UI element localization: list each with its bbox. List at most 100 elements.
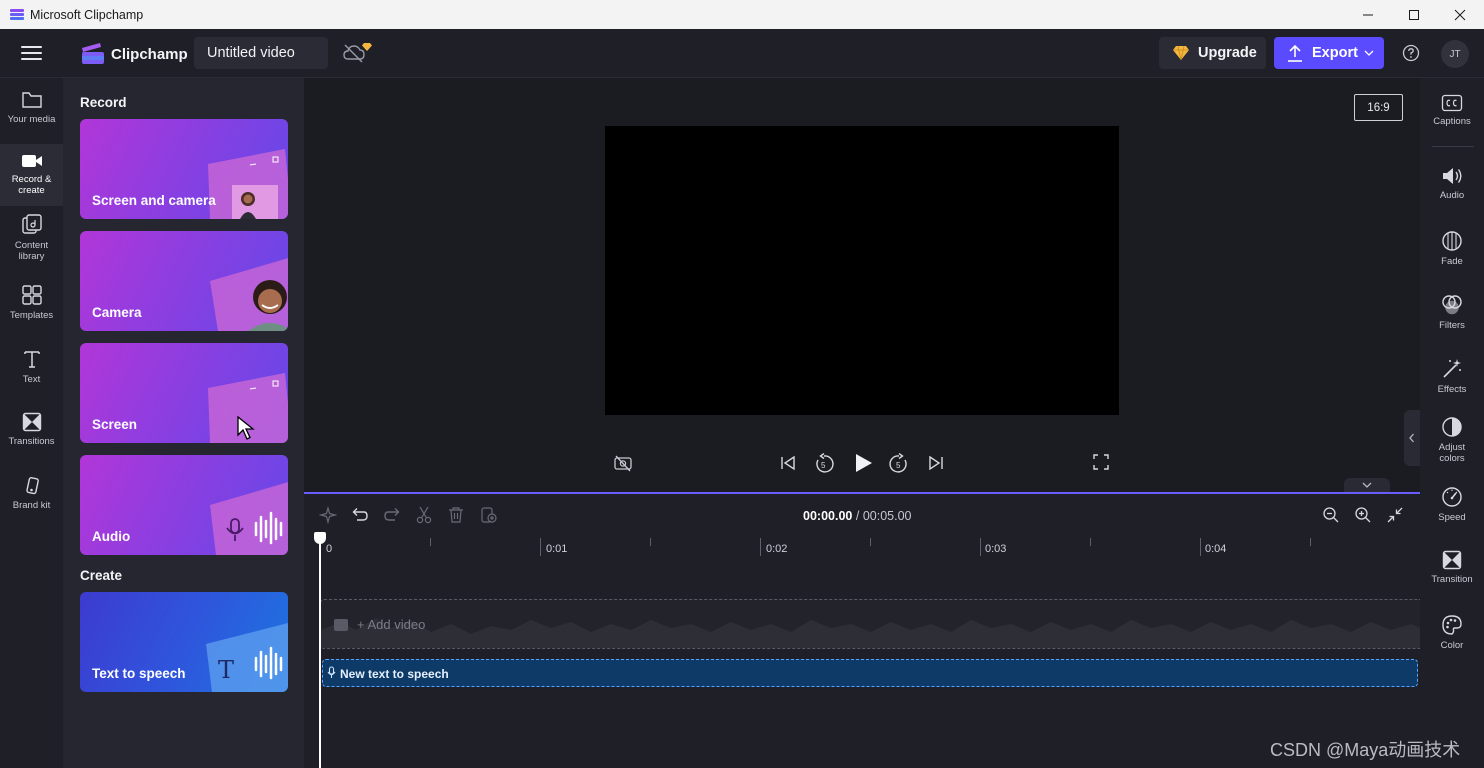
ruler-tick: [1310, 538, 1311, 546]
playhead[interactable]: [319, 538, 321, 768]
delete-icon[interactable]: [447, 506, 465, 524]
clipchamp-logo: [80, 41, 105, 65]
mouse-cursor-icon: [237, 415, 255, 440]
zoom-out-icon[interactable]: [1322, 506, 1340, 524]
timecode: 00:00.00 / 00:05.00: [803, 509, 911, 523]
ruler-tick: [870, 538, 871, 546]
svg-text:5: 5: [821, 461, 826, 470]
brand-kit-icon: [25, 477, 39, 495]
hamburger-menu-icon[interactable]: [21, 45, 42, 61]
transitions-icon: [22, 412, 41, 432]
video-placeholder-icon: [334, 619, 348, 631]
forward-5-icon[interactable]: 5: [888, 453, 910, 475]
text-to-speech-clip[interactable]: New text to speech: [322, 659, 1418, 687]
transition-icon: [1442, 550, 1462, 570]
text-icon: [23, 351, 40, 368]
upgrade-label: Upgrade: [1198, 45, 1257, 61]
color-palette-icon: [1442, 615, 1462, 635]
export-button[interactable]: Export: [1274, 37, 1384, 69]
ruler-label: 0:04: [1205, 543, 1227, 555]
project-title-field[interactable]: Untitled video: [194, 37, 328, 69]
record-heading: Record: [80, 95, 127, 110]
rail-item-content-library[interactable]: Content library: [0, 214, 63, 270]
rail-item-captions[interactable]: Captions: [1420, 94, 1484, 127]
user-avatar[interactable]: JT: [1441, 40, 1469, 68]
redo-icon[interactable]: [383, 506, 401, 524]
rail-item-effects[interactable]: Effects: [1420, 358, 1484, 395]
rail-item-fade[interactable]: Fade: [1420, 230, 1484, 267]
fullscreen-icon[interactable]: [1092, 453, 1110, 471]
text-to-speech-card[interactable]: T Text to speech: [80, 592, 288, 692]
watermark-text: CSDN @Maya动画技术: [1270, 740, 1461, 760]
ruler-tick: [430, 538, 431, 546]
rail-item-transitions[interactable]: Transitions: [0, 412, 63, 462]
close-icon[interactable]: [1437, 0, 1483, 29]
split-scissors-icon[interactable]: [415, 506, 433, 524]
rail-label: Captions: [1433, 116, 1471, 127]
timeline: 00:00.00 / 00:05.00 0 0:01 0:02 0:03 0:0…: [304, 492, 1420, 768]
ruler-label: 0: [326, 543, 333, 555]
rail-item-transition[interactable]: Transition: [1420, 550, 1484, 585]
rail-item-templates[interactable]: Templates: [0, 284, 63, 334]
video-camera-icon: [21, 155, 42, 167]
camera-off-icon[interactable]: [613, 453, 633, 473]
skip-to-start-icon[interactable]: [778, 453, 798, 473]
premium-gem-icon: [1173, 45, 1189, 61]
screen-and-camera-card[interactable]: Screen and camera: [80, 119, 288, 219]
help-icon[interactable]: [1402, 44, 1420, 62]
magic-edit-icon[interactable]: [319, 506, 337, 524]
captions-icon: [1441, 94, 1463, 112]
collapse-timeline-button[interactable]: [1344, 478, 1390, 492]
audio-card[interactable]: Audio: [80, 455, 288, 555]
aspect-ratio-button[interactable]: 16:9: [1354, 94, 1403, 121]
add-video-track[interactable]: + Add video: [320, 599, 1420, 649]
rail-item-audio[interactable]: Audio: [1420, 166, 1484, 201]
duplicate-icon[interactable]: [480, 506, 498, 524]
app-header: Clipchamp Untitled video Upgrade Export: [0, 29, 1484, 78]
rail-item-filters[interactable]: Filters: [1420, 294, 1484, 331]
rewind-5-icon[interactable]: 5: [813, 453, 835, 475]
rail-item-speed[interactable]: Speed: [1420, 486, 1484, 523]
cloud-sync-off-icon[interactable]: [342, 41, 372, 65]
collapse-right-panel-button[interactable]: [1404, 410, 1420, 466]
rail-label: Adjust colors: [1438, 442, 1466, 464]
rail-label: Record & create: [11, 174, 52, 196]
zoom-in-icon[interactable]: [1354, 506, 1372, 524]
rail-item-record-create[interactable]: Record & create: [0, 144, 63, 206]
rail-item-brand-kit[interactable]: Brand kit: [0, 476, 63, 526]
maximize-icon[interactable]: [1391, 0, 1437, 29]
create-heading: Create: [80, 568, 123, 583]
playhead-handle[interactable]: [314, 532, 326, 544]
skip-to-end-icon[interactable]: [926, 453, 946, 473]
total-time: 00:05.00: [862, 509, 912, 523]
upgrade-button[interactable]: Upgrade: [1159, 37, 1266, 69]
window-title-bar: Microsoft Clipchamp: [0, 0, 1484, 29]
track-placeholder-pattern: [321, 618, 1420, 648]
play-icon[interactable]: [852, 452, 874, 474]
screen-card[interactable]: Screen: [80, 343, 288, 443]
speaker-icon: [1443, 168, 1462, 184]
rail-label: Text: [22, 374, 41, 385]
svg-text:T: T: [218, 656, 234, 684]
window-title: Microsoft Clipchamp: [30, 7, 144, 22]
minimize-icon[interactable]: [1345, 0, 1391, 29]
rail-item-text[interactable]: Text: [0, 348, 63, 398]
rail-item-adjust-colors[interactable]: Adjust colors: [1420, 416, 1484, 464]
video-canvas[interactable]: [605, 126, 1119, 415]
adjust-colors-icon: [1442, 417, 1462, 437]
ruler-tick: [760, 538, 761, 556]
camera-card[interactable]: Camera: [80, 231, 288, 331]
fit-to-screen-icon[interactable]: [1386, 506, 1404, 524]
record-create-panel: Record Screen and camera Camera Screen A…: [63, 78, 304, 768]
undo-icon[interactable]: [351, 506, 369, 524]
rail-item-color[interactable]: Color: [1420, 614, 1484, 651]
card-label: Camera: [92, 305, 142, 320]
chevron-left-icon: [1409, 433, 1414, 443]
chevron-down-icon: [1364, 50, 1374, 56]
tts-clip-label: New text to speech: [340, 667, 449, 681]
microphone-icon: [327, 666, 336, 678]
card-label: Text to speech: [92, 666, 186, 681]
fade-icon: [1442, 231, 1462, 251]
brand-name: Clipchamp: [111, 46, 188, 63]
rail-item-your-media[interactable]: Your media: [0, 90, 63, 142]
